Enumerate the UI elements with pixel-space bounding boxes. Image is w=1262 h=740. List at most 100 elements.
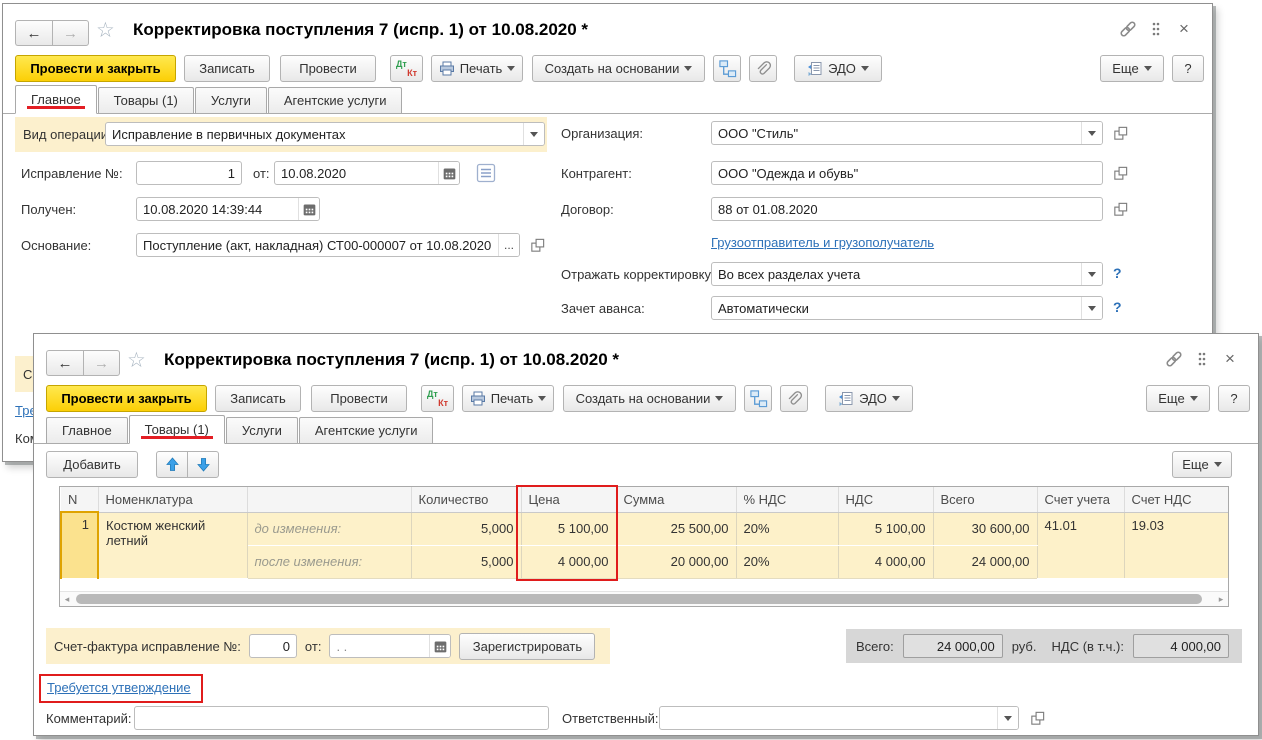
responsible-select[interactable] bbox=[659, 706, 1019, 730]
move-row-down-button[interactable] bbox=[187, 451, 219, 478]
contract-input[interactable] bbox=[711, 197, 1103, 221]
open-basis-icon[interactable] bbox=[524, 233, 550, 257]
received-date-input[interactable] bbox=[136, 197, 320, 221]
tab-agent-services[interactable]: Агентские услуги bbox=[268, 87, 403, 113]
get-link-icon[interactable] bbox=[1162, 348, 1186, 370]
advance-hint-icon[interactable]: ? bbox=[1113, 299, 1122, 315]
scrollbar-thumb[interactable] bbox=[76, 594, 1202, 604]
more-button[interactable]: Еще bbox=[1100, 55, 1164, 82]
document-log-icon[interactable] bbox=[473, 161, 499, 185]
more-button[interactable]: Еще bbox=[1146, 385, 1210, 412]
back-arrow-icon[interactable]: ← bbox=[46, 350, 83, 376]
edo-button[interactable]: ЭДО bbox=[825, 385, 913, 412]
cell-vat-percent-after[interactable]: 20% bbox=[736, 545, 838, 578]
dtkt-postings-button[interactable]: ДтКт bbox=[390, 55, 423, 82]
choose-ellipsis-button[interactable]: ... bbox=[498, 234, 519, 256]
close-icon[interactable]: × bbox=[1172, 18, 1196, 40]
calendar-icon[interactable] bbox=[429, 635, 450, 657]
calendar-icon[interactable] bbox=[438, 162, 459, 184]
approval-required-link[interactable]: Требуется утверждение bbox=[47, 680, 191, 695]
tab-main[interactable]: Главное bbox=[15, 85, 97, 114]
reflect-hint-icon[interactable]: ? bbox=[1113, 265, 1122, 281]
tab-agent-services[interactable]: Агентские услуги bbox=[299, 417, 434, 443]
scroll-right-icon[interactable]: ▸ bbox=[1214, 594, 1228, 605]
cell-account[interactable]: 41.01 bbox=[1037, 512, 1124, 578]
save-button[interactable]: Записать bbox=[215, 385, 301, 412]
more-dots-icon[interactable] bbox=[1144, 18, 1168, 40]
open-responsible-icon[interactable] bbox=[1024, 706, 1050, 730]
chevron-down-icon[interactable] bbox=[1081, 122, 1102, 144]
dtkt-postings-button[interactable]: ДтКт bbox=[421, 385, 454, 412]
advance-offset-select[interactable] bbox=[711, 296, 1103, 320]
save-button[interactable]: Записать bbox=[184, 55, 270, 82]
edo-button[interactable]: ЭДО bbox=[794, 55, 882, 82]
post-button[interactable]: Провести bbox=[280, 55, 376, 82]
scrollbar-track[interactable] bbox=[74, 592, 1214, 606]
chevron-down-icon[interactable] bbox=[523, 123, 544, 145]
invoice-date-input[interactable] bbox=[329, 634, 451, 658]
cell-row-number[interactable]: 1 bbox=[61, 512, 98, 578]
more-dots-icon[interactable] bbox=[1190, 348, 1214, 370]
register-invoice-button[interactable]: Зарегистрировать bbox=[459, 633, 595, 660]
create-based-on-button[interactable]: Создать на основании bbox=[532, 55, 705, 82]
help-button[interactable]: ? bbox=[1172, 55, 1204, 82]
cell-total-after[interactable]: 24 000,00 bbox=[933, 545, 1037, 578]
cell-sum-before[interactable]: 25 500,00 bbox=[616, 512, 736, 545]
cell-qty-after[interactable]: 5,000 bbox=[411, 545, 521, 578]
add-row-button[interactable]: Добавить bbox=[46, 451, 138, 478]
reflect-adjustment-select[interactable] bbox=[711, 262, 1103, 286]
document-structure-button[interactable] bbox=[744, 385, 772, 412]
counterparty-input[interactable] bbox=[711, 161, 1103, 185]
calendar-icon[interactable] bbox=[298, 198, 319, 220]
favorite-star-icon[interactable]: ☆ bbox=[96, 20, 115, 42]
tab-goods[interactable]: Товары (1) bbox=[129, 415, 225, 444]
attachments-button[interactable] bbox=[780, 385, 808, 412]
cell-total-before[interactable]: 30 600,00 bbox=[933, 512, 1037, 545]
tab-goods[interactable]: Товары (1) bbox=[98, 87, 194, 113]
chevron-down-icon[interactable] bbox=[997, 707, 1018, 729]
cell-vat-account[interactable]: 19.03 bbox=[1124, 512, 1228, 578]
tab-services[interactable]: Услуги bbox=[195, 87, 267, 113]
cell-price-after[interactable]: 4 000,00 bbox=[521, 545, 616, 578]
document-structure-button[interactable] bbox=[713, 55, 741, 82]
tab-services[interactable]: Услуги bbox=[226, 417, 298, 443]
open-counterparty-icon[interactable] bbox=[1107, 161, 1133, 185]
close-icon[interactable]: × bbox=[1218, 348, 1242, 370]
operation-kind-select[interactable] bbox=[105, 122, 545, 146]
open-organization-icon[interactable] bbox=[1107, 121, 1133, 145]
move-row-up-button[interactable] bbox=[156, 451, 188, 478]
favorite-star-icon[interactable]: ☆ bbox=[127, 350, 146, 372]
comment-input[interactable] bbox=[134, 706, 549, 730]
help-button[interactable]: ? bbox=[1218, 385, 1250, 412]
cell-price-before[interactable]: 5 100,00 bbox=[521, 512, 616, 545]
scroll-left-icon[interactable]: ◂ bbox=[60, 594, 74, 605]
print-button[interactable]: Печать bbox=[431, 55, 523, 82]
open-contract-icon[interactable] bbox=[1107, 197, 1133, 221]
forward-arrow-icon[interactable]: → bbox=[52, 20, 89, 46]
invoice-number-input[interactable] bbox=[249, 634, 297, 658]
cell-qty-before[interactable]: 5,000 bbox=[411, 512, 521, 545]
back-arrow-icon[interactable]: ← bbox=[15, 20, 52, 46]
organization-select[interactable] bbox=[711, 121, 1103, 145]
cell-item[interactable]: Костюм женский летний bbox=[98, 512, 247, 578]
cell-sum-after[interactable]: 20 000,00 bbox=[616, 545, 736, 578]
cell-vat-after[interactable]: 4 000,00 bbox=[838, 545, 933, 578]
tab-main[interactable]: Главное bbox=[46, 417, 128, 443]
post-and-close-button[interactable]: Провести и закрыть bbox=[15, 55, 176, 82]
horizontal-scrollbar[interactable]: ◂ ▸ bbox=[60, 591, 1228, 606]
basis-input[interactable]: ... bbox=[136, 233, 520, 257]
post-and-close-button[interactable]: Провести и закрыть bbox=[46, 385, 207, 412]
cell-vat-before[interactable]: 5 100,00 bbox=[838, 512, 933, 545]
consignor-consignee-link[interactable]: Грузоотправитель и грузополучатель bbox=[711, 235, 934, 250]
create-based-on-button[interactable]: Создать на основании bbox=[563, 385, 736, 412]
get-link-icon[interactable] bbox=[1116, 18, 1140, 40]
post-button[interactable]: Провести bbox=[311, 385, 407, 412]
correction-date-input[interactable] bbox=[274, 161, 460, 185]
print-button[interactable]: Печать bbox=[462, 385, 554, 412]
attachments-button[interactable] bbox=[749, 55, 777, 82]
chevron-down-icon[interactable] bbox=[1081, 297, 1102, 319]
chevron-down-icon[interactable] bbox=[1081, 263, 1102, 285]
forward-arrow-icon[interactable]: → bbox=[83, 350, 120, 376]
correction-number-input[interactable] bbox=[136, 161, 242, 185]
table-more-button[interactable]: Еще bbox=[1172, 451, 1232, 478]
